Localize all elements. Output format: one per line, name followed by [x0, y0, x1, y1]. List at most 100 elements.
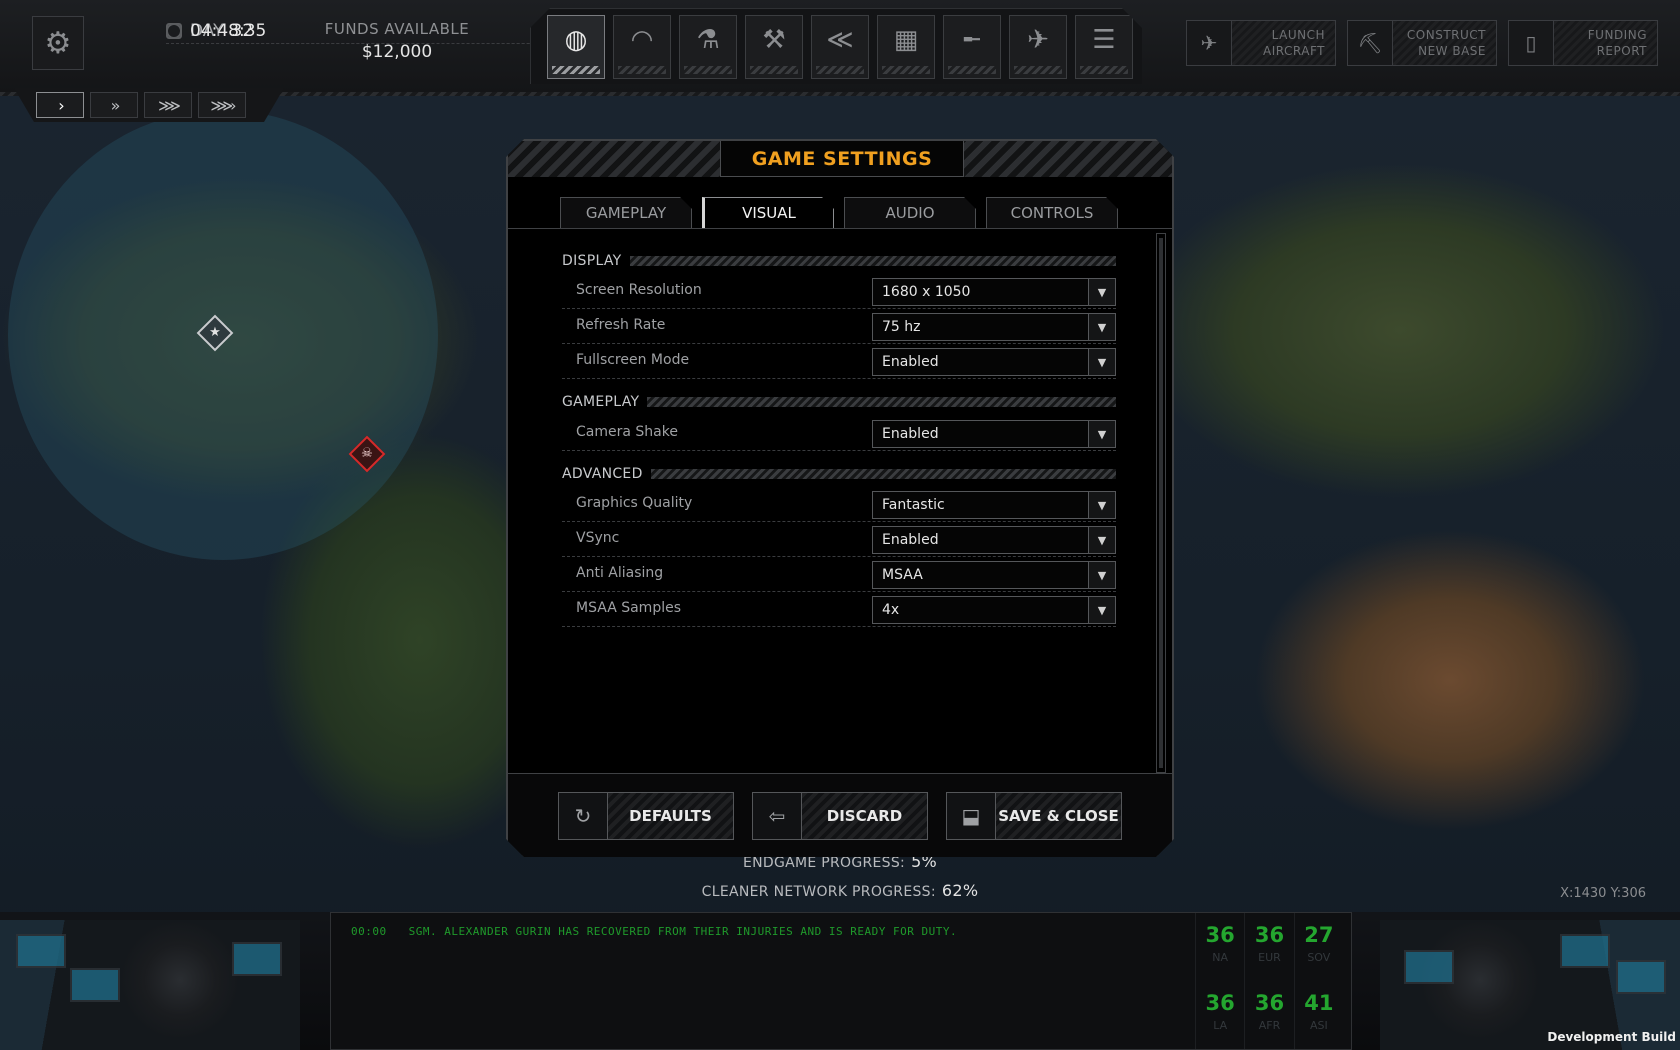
console-screen: [16, 934, 66, 968]
launch-aircraft-button[interactable]: ✈ LAUNCH AIRCRAFT: [1186, 20, 1336, 66]
section-display: DISPLAY: [562, 251, 1116, 271]
setting-label: MSAA Samples: [576, 600, 682, 616]
chevron-down-icon[interactable]: ▼: [1088, 492, 1115, 518]
chevron-down-icon[interactable]: ▼: [1088, 562, 1115, 588]
speed-4-button[interactable]: ⋙›: [198, 92, 246, 118]
launch-aircraft-label: LAUNCH AIRCRAFT: [1232, 21, 1335, 65]
operator-console-left: [0, 920, 300, 1050]
region-eur[interactable]: 36 EUR: [1244, 913, 1293, 981]
engineering-button[interactable]: ⚒: [745, 15, 803, 79]
tab-controls[interactable]: CONTROLS: [986, 197, 1118, 229]
chevron-down-icon[interactable]: ▼: [1088, 527, 1115, 553]
top-bar: ⚙ DAY 32 04:48:35 FUNDS AVAILABLE $12,000…: [0, 0, 1680, 96]
weapons-icon: ╾: [964, 25, 980, 55]
construct-base-button[interactable]: ⛏ CONSTRUCT NEW BASE: [1347, 20, 1497, 66]
graphics-quality-select[interactable]: Fantastic ▼: [872, 491, 1116, 519]
vsync-select[interactable]: Enabled ▼: [872, 526, 1116, 554]
chevron-down-icon[interactable]: ▼: [1088, 597, 1115, 623]
region-afr[interactable]: 36 AFR: [1244, 981, 1293, 1049]
stores-button[interactable]: ▦: [877, 15, 935, 79]
chevron-down-icon[interactable]: ▼: [1088, 421, 1115, 447]
setting-screen-resolution: Screen Resolution 1680 x 1050 ▼: [562, 275, 1116, 309]
msaa-samples-select[interactable]: 4x ▼: [872, 596, 1116, 624]
hangar-icon: ◠: [630, 25, 654, 55]
research-button[interactable]: ⚗: [679, 15, 737, 79]
speed-1-button[interactable]: ›: [36, 92, 84, 118]
funds-value: $12,000: [361, 42, 433, 62]
stores-icon: ▦: [893, 25, 919, 55]
refresh-rate-select[interactable]: 75 hz ▼: [872, 313, 1116, 341]
speed-1-icon: ›: [58, 95, 65, 115]
speed-2-button[interactable]: »: [90, 92, 138, 118]
region-na[interactable]: 36 NA: [1195, 913, 1244, 981]
region-name: SOV: [1307, 951, 1331, 964]
log-time: 00:00: [351, 925, 387, 938]
message-log[interactable]: 00:00 SGM. ALEXANDER GURIN HAS RECOVERED …: [330, 912, 1352, 1050]
setting-label: Screen Resolution: [576, 282, 702, 298]
setting-label: VSync: [576, 530, 620, 546]
section-gameplay: GAMEPLAY: [562, 392, 1116, 412]
console-screen: [1560, 934, 1610, 968]
select-value: Enabled: [882, 354, 939, 370]
anti-aliasing-select[interactable]: MSAA ▼: [872, 561, 1116, 589]
chevron-down-icon[interactable]: ▼: [1088, 279, 1115, 305]
setting-label: Anti Aliasing: [576, 565, 664, 581]
setting-refresh-rate: Refresh Rate 75 hz ▼: [562, 310, 1116, 344]
dialog-title: GAME SETTINGS: [720, 141, 964, 177]
select-value: Enabled: [882, 532, 939, 548]
hangar-button[interactable]: ◠: [613, 15, 671, 79]
clock-icon: [166, 22, 182, 39]
geoscape-button[interactable]: ◍: [547, 15, 605, 79]
settings-scrollbar[interactable]: [1156, 233, 1166, 773]
weapons-button[interactable]: ╾: [943, 15, 1001, 79]
archives-button[interactable]: ☰: [1075, 15, 1133, 79]
tab-divider: [508, 228, 1172, 229]
region-panic-stats: 36 NA 36 EUR 27 SOV 36 LA 36 AFR 41 ASI: [1195, 913, 1343, 1049]
chevron-down-icon[interactable]: ▼: [1088, 349, 1115, 375]
log-message: SGM. ALEXANDER GURIN HAS RECOVERED FROM …: [408, 925, 958, 938]
setting-msaa-samples: MSAA Samples 4x ▼: [562, 593, 1116, 627]
select-value: Fantastic: [882, 497, 945, 513]
scrollbar-thumb[interactable]: [1159, 238, 1163, 768]
resolution-select[interactable]: 1680 x 1050 ▼: [872, 278, 1116, 306]
region-value: 41: [1304, 991, 1334, 1015]
section-divider: [647, 397, 1116, 407]
archives-icon: ☰: [1092, 25, 1116, 55]
tab-audio[interactable]: AUDIO: [844, 197, 976, 229]
log-entry: 00:00 SGM. ALEXANDER GURIN HAS RECOVERED …: [351, 925, 957, 938]
endgame-label: ENDGAME PROGRESS:: [742, 855, 906, 871]
save-close-button[interactable]: ⬓ SAVE & CLOSE: [946, 792, 1122, 840]
setting-label: Camera Shake: [576, 424, 678, 440]
soldiers-button[interactable]: ≪: [811, 15, 869, 79]
chevron-down-icon[interactable]: ▼: [1088, 314, 1115, 340]
star-icon: ★: [209, 325, 221, 340]
game-settings-dialog: GAME SETTINGS GAMEPLAY VISUAL AUDIO CONT…: [506, 139, 1174, 857]
aircraft-button[interactable]: ✈: [1009, 15, 1067, 79]
discard-icon: ⇦: [753, 793, 802, 839]
setting-label: Graphics Quality: [576, 495, 693, 511]
region-sov[interactable]: 27 SOV: [1293, 913, 1343, 981]
region-asi[interactable]: 41 ASI: [1293, 981, 1343, 1049]
region-la[interactable]: 36 LA: [1195, 981, 1244, 1049]
funds: FUNDS AVAILABLE $12,000: [312, 20, 482, 62]
tab-gameplay[interactable]: GAMEPLAY: [560, 197, 692, 229]
region-name: NA: [1212, 951, 1229, 964]
speed-3-button[interactable]: ⋙: [144, 92, 192, 118]
gear-icon: ⚙: [44, 25, 72, 61]
tab-visual[interactable]: VISUAL: [702, 197, 834, 229]
aircraft-icon: ✈: [1027, 25, 1049, 55]
funds-label: FUNDS AVAILABLE: [324, 20, 470, 38]
globe-icon: ◍: [564, 25, 588, 55]
time-speed-bar: › » ⋙ ⋙›: [14, 88, 284, 122]
fullscreen-select[interactable]: Enabled ▼: [872, 348, 1116, 376]
funding-report-button[interactable]: ▯ FUNDING REPORT: [1508, 20, 1658, 66]
cursor-coords: X:1430 Y:306: [1560, 886, 1646, 901]
discard-button[interactable]: ⇦ DISCARD: [752, 792, 928, 840]
region-value: 36: [1205, 991, 1235, 1015]
camera-shake-select[interactable]: Enabled ▼: [872, 420, 1116, 448]
settings-button[interactable]: ⚙: [32, 16, 84, 70]
defaults-button[interactable]: ↻ DEFAULTS: [558, 792, 734, 840]
cleaner-label: CLEANER NETWORK PROGRESS:: [701, 884, 936, 900]
time-value: 04:48:35: [190, 20, 267, 41]
setting-fullscreen-mode: Fullscreen Mode Enabled ▼: [562, 345, 1116, 379]
